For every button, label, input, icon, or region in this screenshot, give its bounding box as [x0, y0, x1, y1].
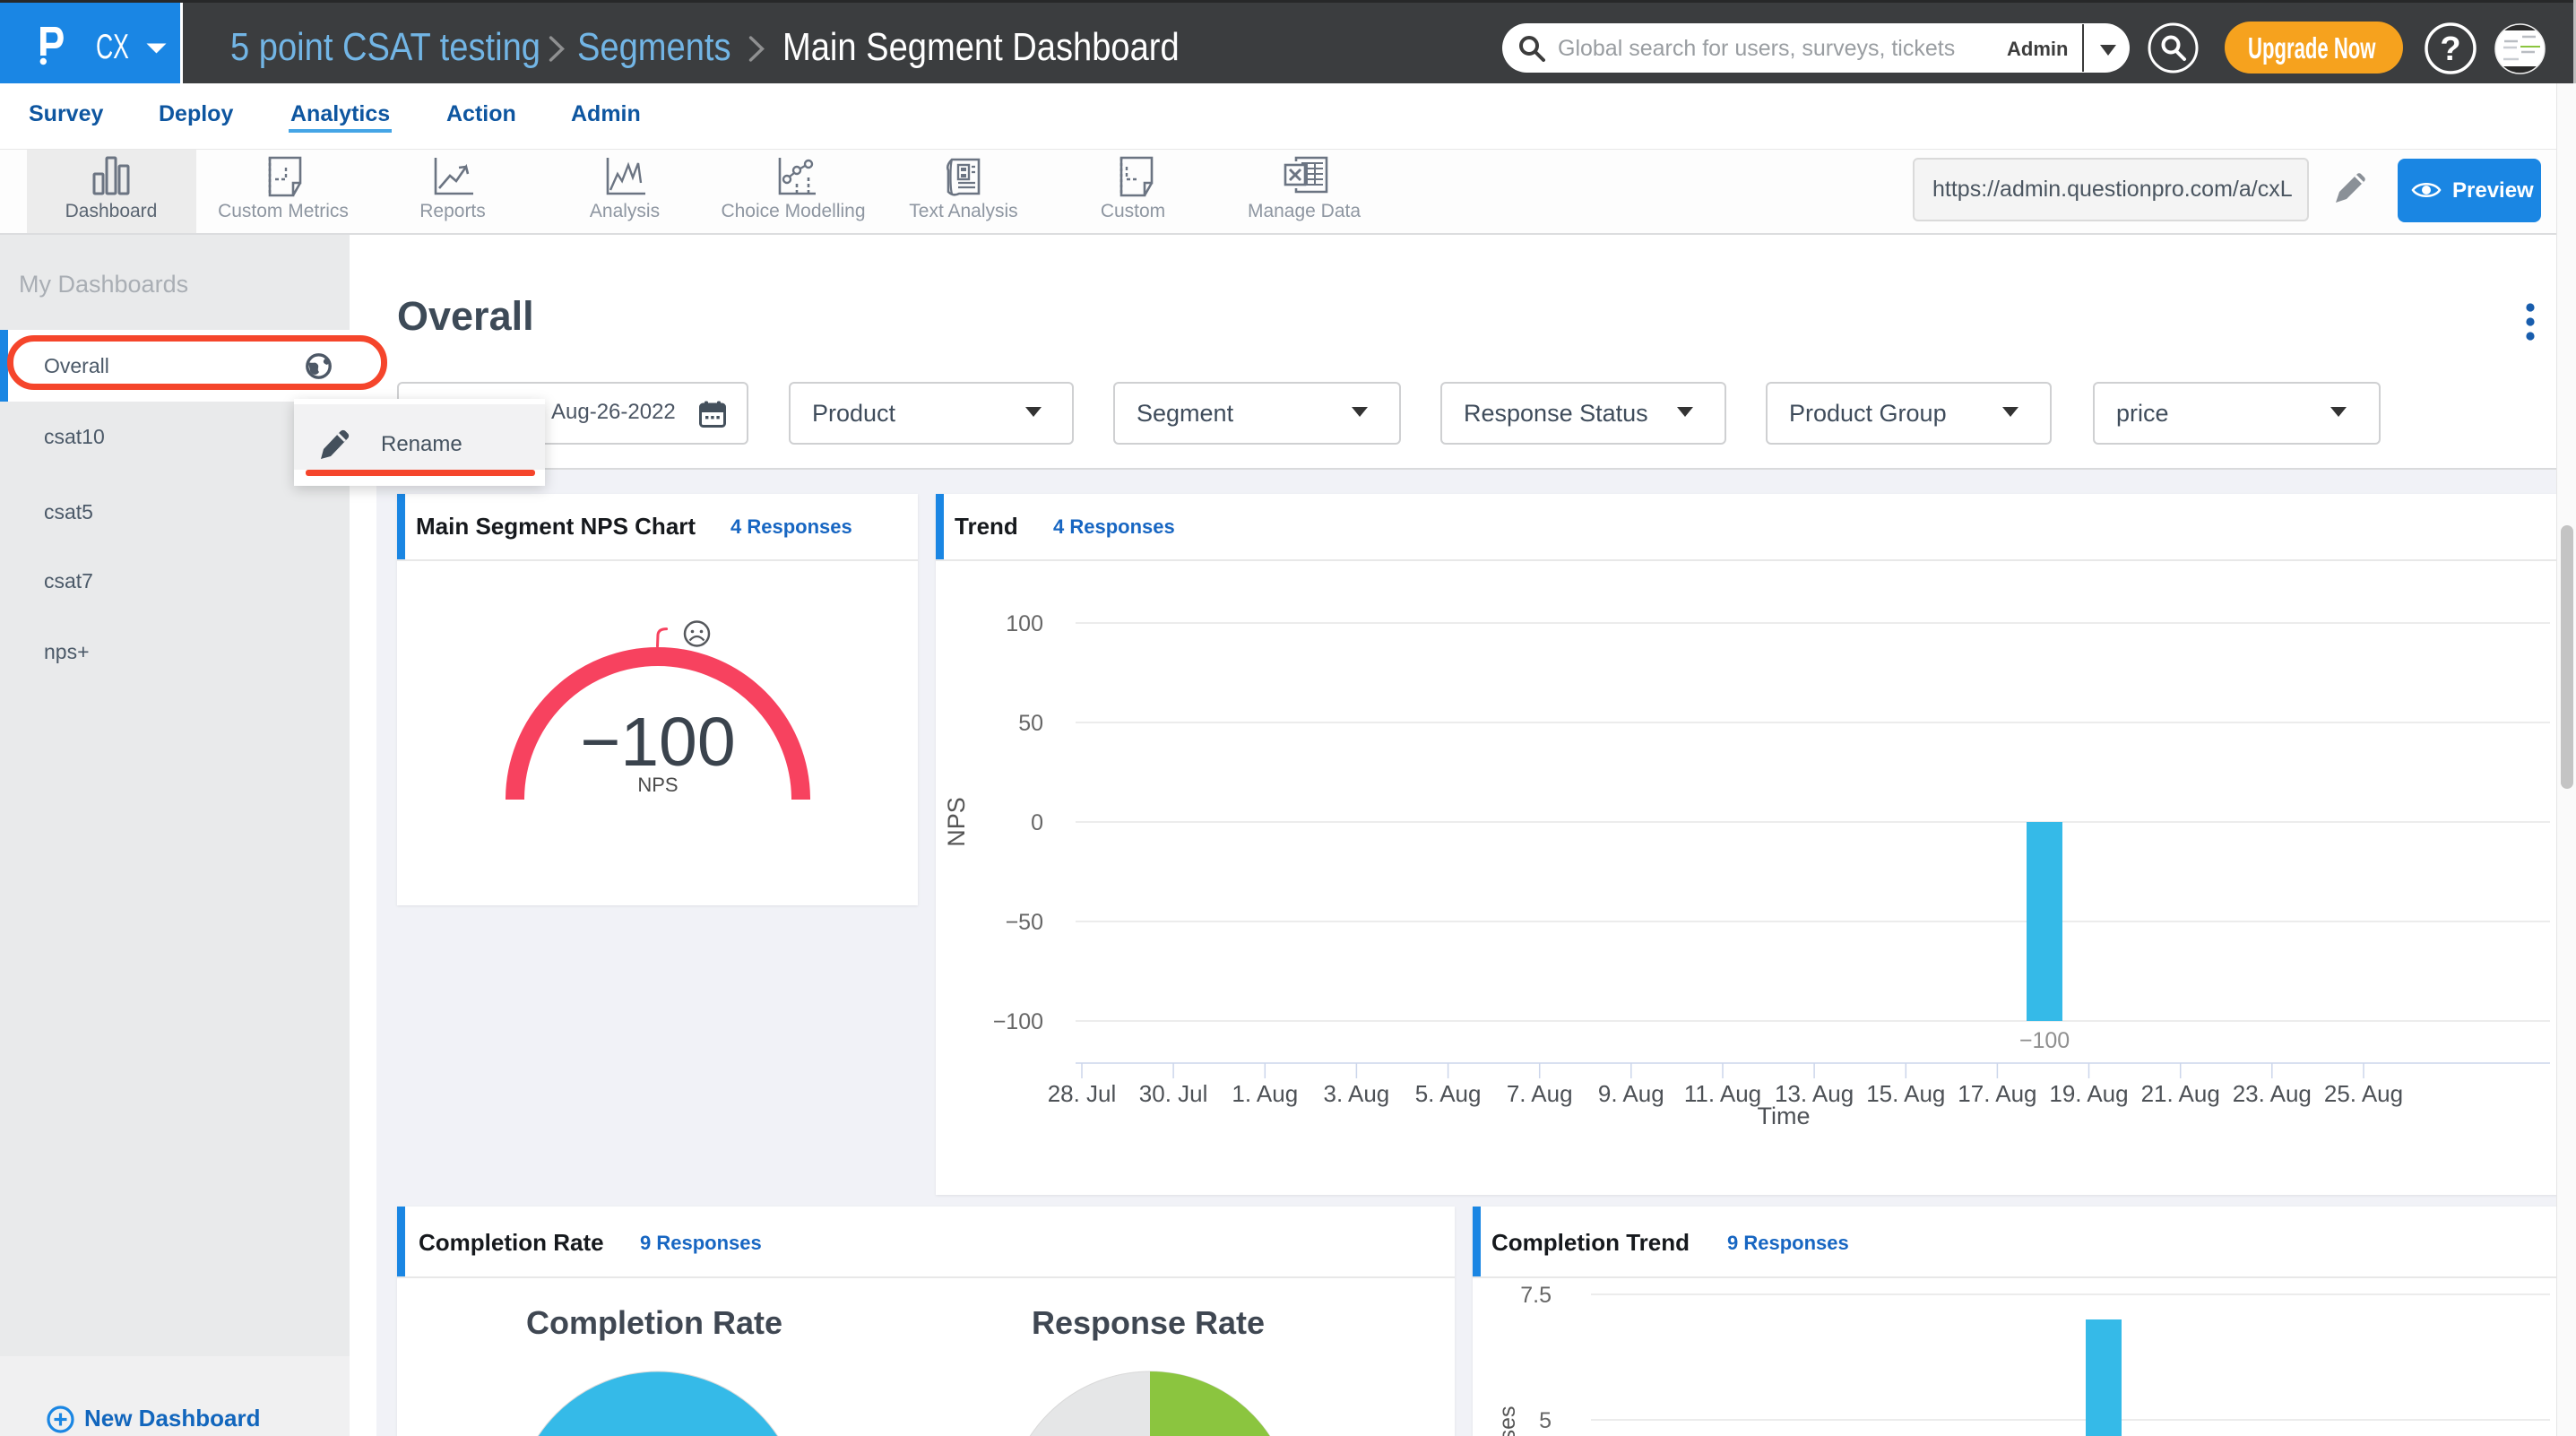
svg-text:Completion Rate: Completion Rate: [526, 1304, 782, 1341]
svg-text:−100: −100: [993, 1009, 1043, 1034]
svg-text:Response Rate: Response Rate: [1032, 1304, 1265, 1341]
svg-text:9. Aug: 9. Aug: [1598, 1080, 1664, 1107]
svg-text:NPS: NPS: [943, 797, 970, 847]
svg-text:17. Aug: 17. Aug: [1958, 1080, 2036, 1107]
svg-text:15. Aug: 15. Aug: [1866, 1080, 1945, 1107]
svg-text:−100: −100: [580, 704, 735, 781]
svg-text:50: 50: [1018, 711, 1043, 736]
svg-text:3. Aug: 3. Aug: [1324, 1080, 1390, 1107]
svg-text:−100: −100: [2019, 1028, 2070, 1053]
svg-text:−50: −50: [1006, 910, 1043, 935]
svg-text:5: 5: [1539, 1408, 1552, 1433]
svg-text:0: 0: [1031, 810, 1043, 835]
svg-text:Time: Time: [1758, 1103, 1811, 1129]
svg-text:19. Aug: 19. Aug: [2049, 1080, 2128, 1107]
svg-text:7.5: 7.5: [1520, 1283, 1552, 1308]
svg-text:5. Aug: 5. Aug: [1415, 1080, 1482, 1107]
svg-text:21. Aug: 21. Aug: [2141, 1080, 2220, 1107]
svg-text:23. Aug: 23. Aug: [2233, 1080, 2312, 1107]
svg-text:Responses: Responses: [1495, 1406, 1520, 1436]
svg-text:1. Aug: 1. Aug: [1232, 1080, 1298, 1107]
svg-text:100: 100: [1006, 611, 1043, 636]
svg-text:30. Jul: 30. Jul: [1139, 1080, 1208, 1107]
svg-text:7. Aug: 7. Aug: [1507, 1080, 1573, 1107]
svg-text:NPS: NPS: [637, 774, 678, 796]
svg-text:?: ?: [2440, 30, 2460, 68]
svg-text:11. Aug: 11. Aug: [1684, 1080, 1761, 1107]
svg-text:25. Aug: 25. Aug: [2324, 1080, 2403, 1107]
svg-text:28. Jul: 28. Jul: [1048, 1080, 1117, 1107]
